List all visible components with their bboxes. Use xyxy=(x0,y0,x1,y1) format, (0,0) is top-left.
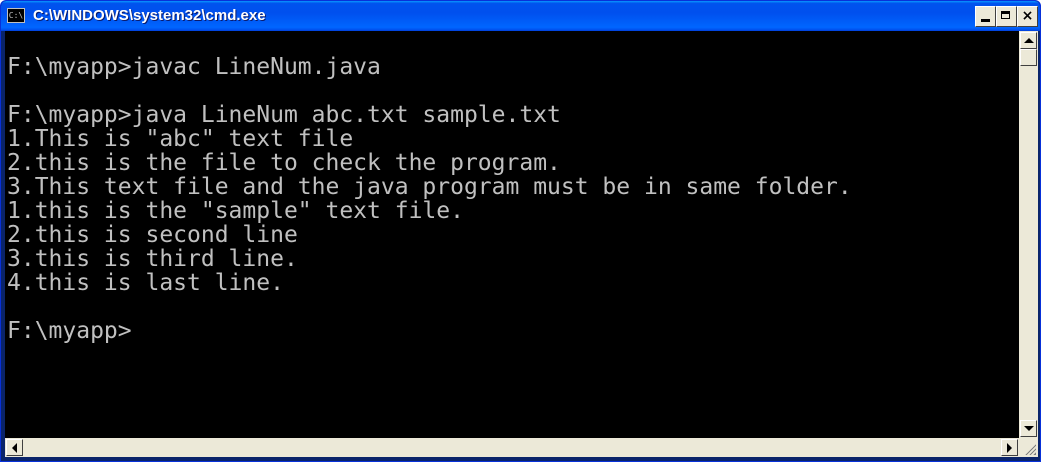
window-title: C:\WINDOWS\system32\cmd.exe xyxy=(33,7,266,24)
vertical-scroll-thumb[interactable] xyxy=(1020,49,1037,66)
maximize-button[interactable] xyxy=(996,6,1017,27)
console-line: 3.This text file and the java program mu… xyxy=(7,174,852,200)
minimize-icon xyxy=(981,19,990,22)
minimize-button[interactable] xyxy=(975,6,996,27)
scroll-up-button[interactable] xyxy=(1020,32,1037,49)
console-line: F:\myapp> xyxy=(7,318,132,344)
console-line: F:\myapp>javac LineNum.java xyxy=(7,54,381,80)
arrow-down-icon xyxy=(1024,426,1034,431)
console-line: 3.this is third line. xyxy=(7,246,298,272)
scroll-left-button[interactable] xyxy=(6,439,23,456)
scroll-down-button[interactable] xyxy=(1020,420,1037,437)
console-line: 1.this is the "sample" text file. xyxy=(7,198,464,224)
console-line: F:\myapp>java LineNum abc.txt sample.txt xyxy=(7,102,561,128)
close-icon: × xyxy=(1021,8,1034,24)
console-line: 1.This is "abc" text file xyxy=(7,126,354,152)
arrow-left-icon xyxy=(12,443,17,453)
arrow-right-icon xyxy=(1007,443,1012,453)
vertical-scrollbar[interactable] xyxy=(1019,31,1038,438)
resize-grip[interactable] xyxy=(1019,438,1038,457)
console-lines: F:\myapp>javac LineNum.java F:\myapp>java… xyxy=(5,31,1019,343)
title-bar[interactable]: C:\ C:\WINDOWS\system32\cmd.exe × xyxy=(1,1,1040,31)
resize-grip-icon xyxy=(1024,443,1036,455)
arrow-up-icon xyxy=(1024,38,1034,43)
console-line: 2.this is the file to check the program. xyxy=(7,150,561,176)
console-output[interactable]: F:\myapp>javac LineNum.java F:\myapp>java… xyxy=(5,31,1019,438)
maximize-icon xyxy=(1001,11,1010,19)
console-line: 2.this is second line xyxy=(7,222,298,248)
console-line: 4.this is last line. xyxy=(7,270,284,296)
close-button[interactable]: × xyxy=(1017,6,1038,27)
horizontal-scrollbar[interactable] xyxy=(5,438,1019,457)
cmd-window: C:\ C:\WINDOWS\system32\cmd.exe × F:\mya… xyxy=(0,0,1041,462)
console-app-icon[interactable]: C:\ xyxy=(7,8,25,23)
scroll-right-button[interactable] xyxy=(1001,439,1018,456)
